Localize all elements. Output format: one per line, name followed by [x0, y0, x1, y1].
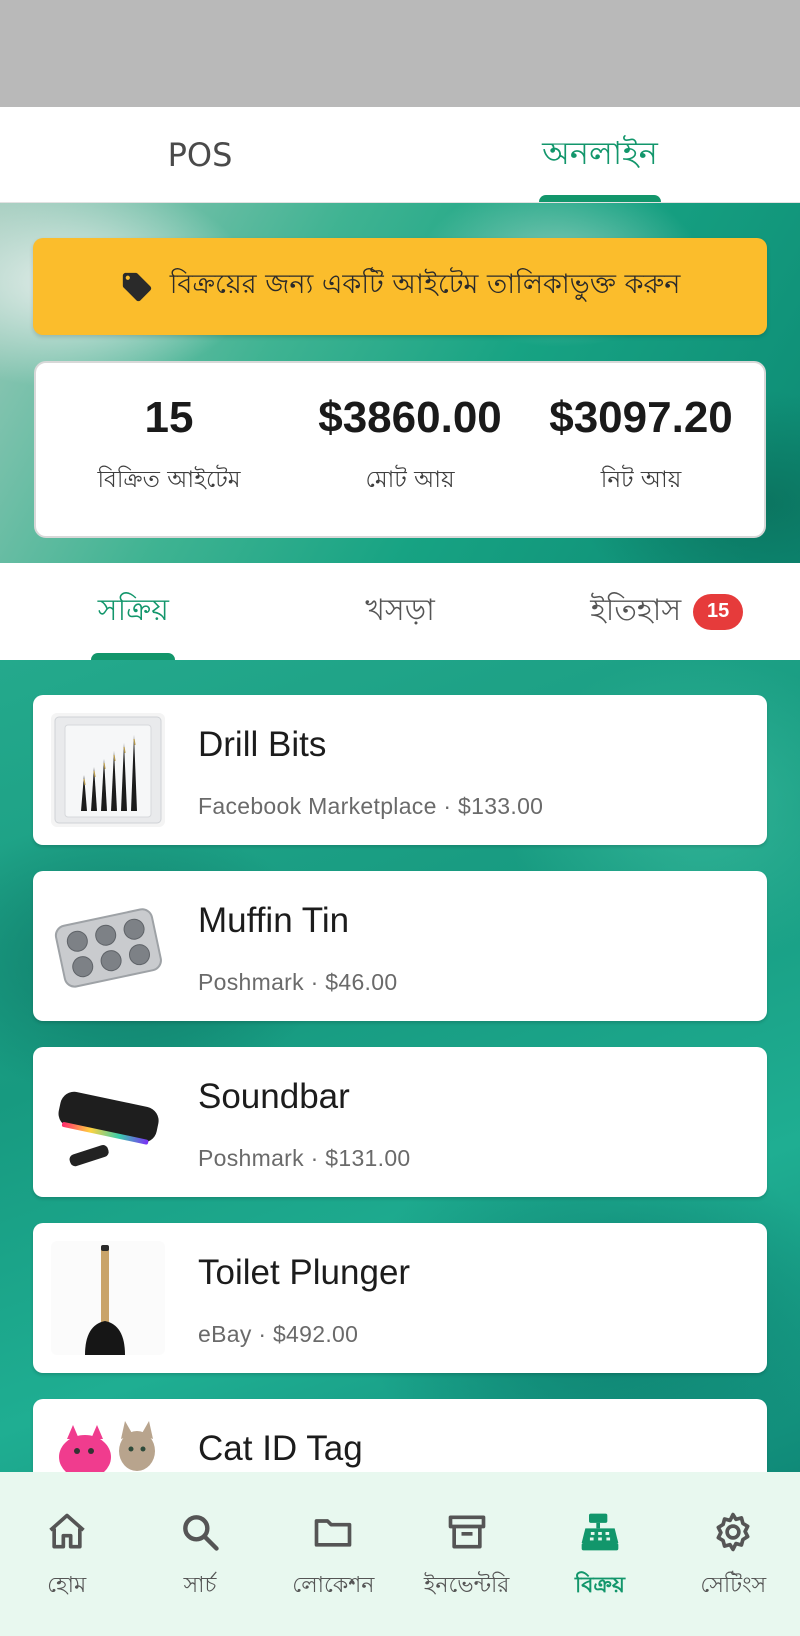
- tab-pos[interactable]: POS: [0, 107, 400, 202]
- stat-total-revenue: $3860.00 মোট আয়: [302, 393, 518, 536]
- stat-net-revenue: $3097.20 নিট আয়: [518, 393, 764, 536]
- nav-label: লোকেশন: [292, 1573, 375, 1598]
- item-title: Toilet Plunger: [198, 1253, 411, 1292]
- promo-label: বিক্রয়ের জন্য একটি আইটেম তালিকাভুক্ত কর…: [169, 269, 681, 300]
- cat-id-tag-thumbnail: [51, 1417, 165, 1472]
- stat-label: মোট আয়: [365, 467, 455, 493]
- nav-inventory[interactable]: ইনভেন্টরি: [400, 1472, 533, 1636]
- list-item[interactable]: Muffin Tin Poshmark · $46.00: [33, 871, 767, 1021]
- status-bar: [0, 0, 800, 107]
- folder-icon: [314, 1519, 352, 1547]
- tag-icon: [122, 272, 151, 301]
- listing-list: Drill Bits Facebook Marketplace · $133.0…: [0, 660, 800, 1472]
- item-subtitle: eBay · $492.00: [198, 1321, 359, 1347]
- item-subtitle: Poshmark · $131.00: [198, 1145, 411, 1171]
- item-title: Cat ID Tag: [198, 1429, 363, 1468]
- tab-active[interactable]: সক্রিয়: [0, 563, 267, 660]
- nav-label: সেটিংস: [700, 1573, 767, 1598]
- sub-tabs: সক্রিয় খসড়া ইতিহাস 15: [0, 563, 800, 660]
- nav-settings[interactable]: সেটিংস: [667, 1472, 800, 1636]
- history-count-badge: 15: [693, 593, 744, 630]
- stat-value: 15: [144, 393, 194, 442]
- nav-label: সার্চ: [183, 1573, 217, 1598]
- list-item[interactable]: Soundbar Poshmark · $131.00: [33, 1047, 767, 1197]
- nav-label: বিক্রয়: [575, 1573, 625, 1598]
- stat-label: নিট আয়: [600, 467, 682, 493]
- nav-search[interactable]: সার্চ: [133, 1472, 266, 1636]
- bottom-nav: হোম সার্চ লোকেশন ইনভেন্টরি বিক্রয় সেটিং…: [0, 1472, 800, 1636]
- list-item-button[interactable]: বিক্রয়ের জন্য একটি আইটেম তালিকাভুক্ত কর…: [33, 238, 767, 335]
- item-subtitle: Poshmark · $46.00: [198, 969, 398, 995]
- archive-icon: [448, 1515, 485, 1549]
- toilet-plunger-thumbnail: [51, 1241, 165, 1355]
- item-title: Soundbar: [198, 1077, 350, 1116]
- tab-history[interactable]: ইতিহাস 15: [533, 563, 800, 660]
- nav-sales[interactable]: বিক্রয়: [533, 1472, 666, 1636]
- tab-online[interactable]: অনলাইন: [400, 107, 800, 202]
- gear-icon: [716, 1512, 750, 1552]
- soundbar-thumbnail: [51, 1065, 165, 1179]
- stat-label: বিক্রিত আইটেম: [97, 467, 241, 493]
- list-item[interactable]: Toilet Plunger eBay · $492.00: [33, 1223, 767, 1373]
- list-item[interactable]: Cat ID Tag: [33, 1399, 767, 1472]
- tab-drafts[interactable]: খসড়া: [267, 563, 534, 660]
- nav-label: ইনভেন্টরি: [423, 1573, 510, 1598]
- list-item[interactable]: Drill Bits Facebook Marketplace · $133.0…: [33, 695, 767, 845]
- stat-value: $3097.20: [549, 393, 733, 442]
- item-title: Drill Bits: [198, 725, 327, 764]
- item-subtitle: Facebook Marketplace · $133.00: [198, 793, 544, 819]
- tab-label: সক্রিয়: [97, 593, 169, 628]
- nav-home[interactable]: হোম: [0, 1472, 133, 1636]
- top-tabs: POS অনলাইন: [0, 107, 800, 203]
- stats-card: 15 বিক্রিত আইটেম $3860.00 মোট আয় $3097.…: [34, 361, 766, 538]
- item-title: Muffin Tin: [198, 901, 350, 940]
- nav-label: হোম: [47, 1573, 87, 1598]
- tab-label: খসড়া: [365, 593, 435, 628]
- home-icon: [48, 1513, 85, 1549]
- stat-items-sold: 15 বিক্রিত আইটেম: [36, 393, 302, 536]
- stat-value: $3860.00: [318, 393, 502, 442]
- search-icon: [183, 1515, 219, 1551]
- nav-location[interactable]: লোকেশন: [267, 1472, 400, 1636]
- register-icon: [581, 1513, 619, 1551]
- drill-bits-thumbnail: [51, 713, 165, 827]
- muffin-tin-thumbnail: [51, 889, 165, 1003]
- tab-label: ইতিহাস: [590, 593, 682, 628]
